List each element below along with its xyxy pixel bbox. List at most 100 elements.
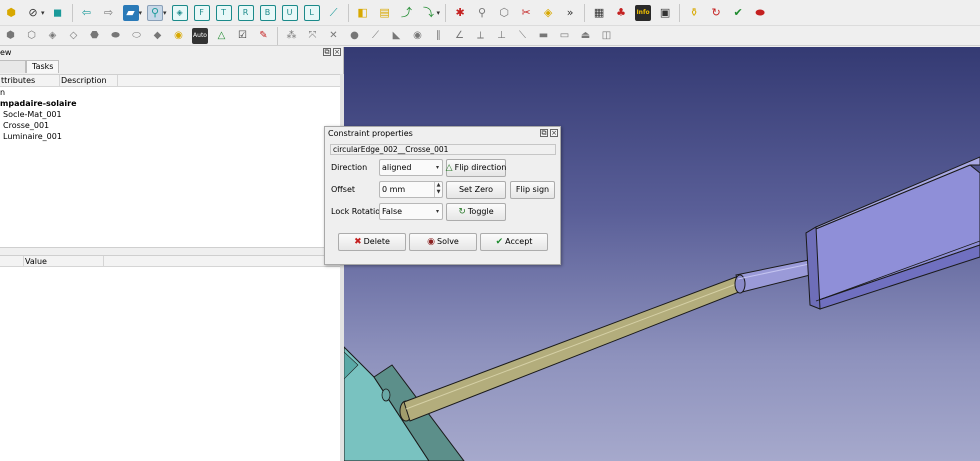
info-icon[interactable]: Info <box>635 4 652 21</box>
window-icon[interactable]: ▣ <box>657 5 673 21</box>
back-arrow-icon[interactable]: ⇦ <box>79 5 95 21</box>
sync-view-icon[interactable]: ▰ <box>122 4 139 21</box>
tree-item-crosse[interactable]: Crosse_001 <box>0 120 340 131</box>
tree-header: ttributes Description <box>0 75 340 87</box>
plane-coincident-icon[interactable]: ◣ <box>390 29 403 42</box>
auto-solve-toggle[interactable]: Auto <box>192 27 208 44</box>
point-on-line-icon[interactable]: ⤧ <box>306 29 319 42</box>
tab-tasks[interactable]: Tasks <box>26 60 60 73</box>
part-icon[interactable]: ◧ <box>355 5 371 21</box>
fix-part-icon[interactable]: ⬣ <box>88 29 101 42</box>
right-view-icon[interactable]: R <box>237 4 254 21</box>
spin-arrows-icon[interactable]: ▲ ▼ <box>434 182 442 197</box>
duplicate-part-icon[interactable]: ⬬ <box>109 29 122 42</box>
plane-icon[interactable]: ▬ <box>537 29 550 42</box>
delete-part-icon[interactable]: ⬭ <box>130 29 143 42</box>
new-document-icon[interactable]: ⬢ <box>3 5 19 21</box>
column-value[interactable]: Value <box>24 256 104 266</box>
set-zero-button[interactable]: Set Zero <box>446 181 506 199</box>
constraint-name-field[interactable]: circularEdge_002__Crosse_001 <box>330 144 556 155</box>
constraint-tool-icon[interactable]: ✎ <box>257 29 270 42</box>
delete-button[interactable]: ✖ Delete <box>338 233 406 251</box>
arm-part[interactable] <box>735 258 819 293</box>
direction-select[interactable]: aligned ▾ <box>379 159 443 176</box>
flip-direction-button[interactable]: △ Flip direction <box>446 159 506 177</box>
angle-icon[interactable]: ∠ <box>453 29 466 42</box>
column-description[interactable]: Description <box>60 75 118 86</box>
offset-spinbox[interactable]: 0 mm ▲ ▼ <box>379 181 443 198</box>
axial-alignment-icon[interactable]: ◉ <box>411 29 424 42</box>
inspect-icon[interactable]: ⚲ <box>474 5 490 21</box>
eraser-icon[interactable]: ⬬ <box>752 5 768 21</box>
close-icon[interactable]: × <box>550 129 558 137</box>
container-icon[interactable]: ◫ <box>600 29 613 42</box>
column-property[interactable] <box>0 256 24 266</box>
sphere-constraint-icon[interactable]: ● <box>348 29 361 42</box>
bottom-view-icon[interactable]: U <box>281 4 298 21</box>
tree-item-socle[interactable]: Socle-Mat_001 <box>0 109 340 120</box>
flip-sign-button[interactable]: Flip sign <box>510 181 555 199</box>
dropdown-arrow-icon[interactable]: ▾ <box>41 9 45 17</box>
move-part-icon[interactable]: ◆ <box>151 29 164 42</box>
dropdown-arrow-icon[interactable]: ▾ <box>437 9 441 17</box>
overflow-icon[interactable]: » <box>562 5 578 21</box>
draw-style-icon[interactable]: ⊘ <box>25 5 41 21</box>
tree-item-luminaire[interactable]: Luminaire_001 <box>0 131 340 142</box>
tree-item-root[interactable]: n <box>0 87 340 98</box>
import-part-icon[interactable]: ⬡ <box>25 29 38 42</box>
checkmark-icon[interactable]: ✔ <box>730 5 746 21</box>
front-view-icon[interactable]: F <box>193 4 210 21</box>
bucket-icon[interactable]: ⏏ <box>579 29 592 42</box>
edit-part-icon[interactable]: ◇ <box>67 29 80 42</box>
toggle-button[interactable]: ↻ Toggle <box>446 203 506 221</box>
group-icon[interactable]: ▤ <box>377 5 393 21</box>
float-icon[interactable]: ⧉ <box>323 48 331 56</box>
rod-part[interactable] <box>403 276 745 422</box>
float-icon[interactable]: ⧉ <box>540 129 548 137</box>
link-icon[interactable]: ⤴ <box>399 5 415 21</box>
lock-rotation-select[interactable]: False ▾ <box>379 203 443 220</box>
perpendicular-icon[interactable]: ⟂ <box>474 29 487 42</box>
macro-record-icon[interactable]: ✱ <box>452 5 468 21</box>
column-attributes[interactable]: ttributes <box>0 75 60 86</box>
toolbar-separator <box>347 3 349 22</box>
isometric-view-icon[interactable]: ◈ <box>171 4 188 21</box>
left-view-icon[interactable]: L <box>303 4 320 21</box>
measure-icon[interactable]: ⟋ <box>326 5 342 21</box>
close-icon[interactable]: × <box>333 48 341 56</box>
part-box-icon[interactable]: ⬡ <box>496 5 512 21</box>
bounding-box-icon[interactable]: ◼ <box>50 5 66 21</box>
surface-icon[interactable]: ▭ <box>558 29 571 42</box>
top-view-icon[interactable]: T <box>215 4 232 21</box>
accept-button[interactable]: ✔ Accept <box>480 233 548 251</box>
luminaire-part[interactable] <box>805 156 980 310</box>
lock-rotation-label: Lock Rotation <box>331 207 386 216</box>
point-on-plane-icon[interactable]: ✕ <box>327 29 340 42</box>
grid-icon[interactable]: ▦ <box>591 5 607 21</box>
forward-arrow-icon[interactable]: ⇨ <box>101 5 117 21</box>
point-identity-icon[interactable]: ⁂ <box>285 29 298 42</box>
tab-model[interactable] <box>0 60 26 73</box>
solve-button[interactable]: ◉ Solve <box>409 233 477 251</box>
center-of-mass-icon[interactable]: ⊥ <box>495 29 508 42</box>
refresh-icon[interactable]: ↻ <box>708 5 724 21</box>
tag-icon[interactable]: ◈ <box>540 5 556 21</box>
line-icon[interactable]: ⟍ <box>516 29 529 42</box>
bottle-icon[interactable]: ⚱ <box>686 5 702 21</box>
dropdown-arrow-icon[interactable]: ▾ <box>139 9 143 17</box>
add-part-icon[interactable]: ⬢ <box>4 29 17 42</box>
tree-icon[interactable]: ♣ <box>613 5 629 21</box>
link-actions-icon[interactable]: ⤵ <box>421 5 437 21</box>
parallel-icon[interactable]: ∥ <box>432 29 445 42</box>
warning-triangle-icon: △ <box>445 163 453 173</box>
warning-triangle-icon[interactable]: △ <box>215 29 228 42</box>
tree-item-assembly[interactable]: mpadaire-solaire <box>0 98 340 109</box>
zoom-icon[interactable]: ⚲ <box>147 4 164 21</box>
rear-view-icon[interactable]: B <box>259 4 276 21</box>
check-icon[interactable]: ☑ <box>236 29 249 42</box>
dropdown-arrow-icon[interactable]: ▾ <box>163 9 167 17</box>
new-part-icon[interactable]: ◈ <box>46 29 59 42</box>
circular-edge-icon[interactable]: ⟋ <box>369 29 382 42</box>
tools-icon[interactable]: ✂ <box>518 5 534 21</box>
solve-assembly-icon[interactable]: ◉ <box>172 29 185 42</box>
